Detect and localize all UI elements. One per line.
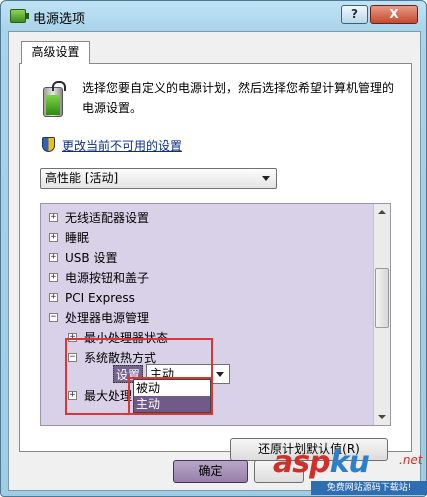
expand-icon[interactable]: + bbox=[49, 273, 58, 282]
expand-icon[interactable]: + bbox=[49, 233, 58, 242]
collapse-icon[interactable]: − bbox=[68, 353, 77, 362]
uac-shield-icon bbox=[42, 137, 55, 152]
close-button[interactable]: X bbox=[370, 5, 418, 24]
advanced-settings-panel: 选择您要自定义的电源计划，然后选择您希望计算机管理的电源设置。 更改当前不可用的… bbox=[19, 63, 412, 461]
power-plan-select[interactable]: 高性能 [活动] bbox=[40, 168, 277, 189]
ok-button[interactable]: 确定 bbox=[173, 460, 248, 483]
dropdown-option-passive[interactable]: 被动 bbox=[134, 380, 210, 396]
tree-item-label: 最小处理器状态 bbox=[84, 331, 169, 345]
tree-item-label: USB 设置 bbox=[65, 251, 118, 265]
power-options-icon bbox=[10, 9, 29, 23]
settings-tree[interactable]: + 无线适配器设置 + 睡眠 + USB 设置 + 电源按钮和盖子 + PCI … bbox=[40, 203, 391, 426]
chevron-down-icon bbox=[262, 176, 270, 181]
battery-plug-icon bbox=[40, 81, 66, 117]
tree-item-label: 睡眠 bbox=[65, 231, 90, 245]
collapse-icon[interactable]: − bbox=[49, 313, 58, 322]
watermark-logo: aspku bbox=[273, 445, 370, 480]
intro-text: 选择您要自定义的电源计划，然后选择您希望计算机管理的电源设置。 bbox=[82, 81, 395, 115]
tree-scrollbar[interactable] bbox=[373, 204, 390, 425]
power-plan-value: 高性能 [活动] bbox=[45, 171, 119, 185]
tab-advanced-settings[interactable]: 高级设置 bbox=[21, 41, 90, 64]
expand-icon[interactable]: + bbox=[49, 213, 58, 222]
window-title: 电源选项 bbox=[33, 12, 86, 27]
tree-item-label: 无线适配器设置 bbox=[65, 211, 150, 225]
tree-item-label: 电源按钮和盖子 bbox=[65, 271, 150, 285]
tree-item-label: PCI Express bbox=[65, 291, 135, 305]
power-options-window: 电源选项 ? X 高级设置 选择您要自定义的电源计划，然后选择您希望计算机管理的… bbox=[0, 0, 427, 497]
change-unavailable-settings-link[interactable]: 更改当前不可用的设置 bbox=[62, 137, 182, 154]
scroll-thumb[interactable] bbox=[375, 268, 389, 328]
expand-icon[interactable]: + bbox=[49, 253, 58, 262]
client-area: 高级设置 选择您要自定义的电源计划，然后选择您希望计算机管理的电源设置。 更改当… bbox=[8, 31, 421, 491]
tree-item-label: 处理器电源管理 bbox=[65, 311, 150, 325]
title-bar[interactable]: 电源选项 ? X bbox=[1, 1, 426, 31]
watermark-tagline: 免费网站源码下载站! bbox=[311, 481, 427, 495]
cooling-policy-dropdown[interactable]: 被动 主动 bbox=[133, 379, 211, 413]
expand-icon[interactable]: + bbox=[49, 293, 58, 302]
watermark-suffix: .net bbox=[399, 453, 423, 467]
help-button[interactable]: ? bbox=[341, 5, 368, 24]
chevron-down-icon bbox=[216, 372, 224, 377]
site-watermark: aspku .net 免费网站源码下载站! bbox=[267, 445, 427, 497]
dropdown-option-active[interactable]: 主动 bbox=[134, 396, 210, 412]
scroll-down-icon[interactable] bbox=[374, 408, 390, 425]
tree-item-label: 最大处理 bbox=[84, 389, 133, 403]
expand-icon[interactable]: + bbox=[68, 391, 77, 400]
scroll-up-icon[interactable] bbox=[374, 204, 390, 221]
expand-icon[interactable]: + bbox=[68, 333, 77, 342]
